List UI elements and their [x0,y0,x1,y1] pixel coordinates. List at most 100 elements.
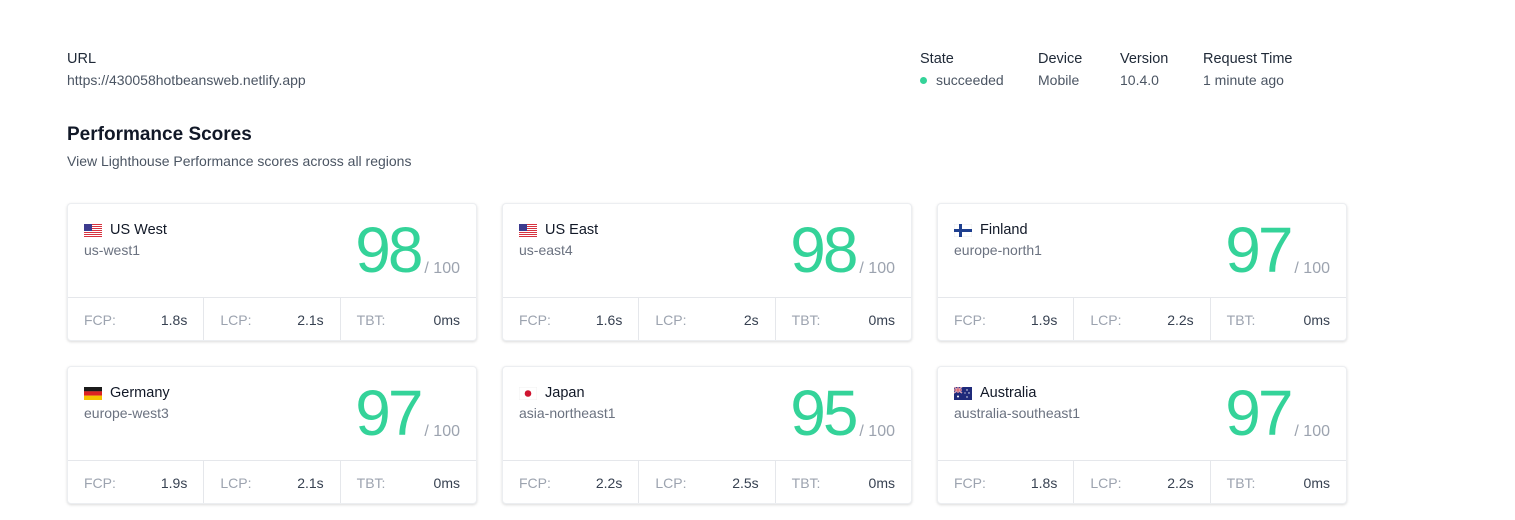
metric-tbt: TBT: 0ms [1211,461,1346,503]
performance-score: 98 [355,214,423,286]
metric-label: LCP: [1090,475,1122,491]
metric-label: TBT: [1226,312,1256,328]
state-value: succeeded [936,72,1004,88]
url-label: URL [67,51,97,67]
metric-lcp: LCP: 2.1s [204,461,341,503]
device-value: Mobile [1038,72,1080,88]
region-name: Australia [980,385,1037,401]
metric-label: LCP: [655,312,687,328]
region-code: europe-west3 [84,405,169,421]
metric-label: TBT: [791,312,821,328]
metric-label: LCP: [655,475,687,491]
metric-value: 2s [743,312,759,328]
metric-value: 1.6s [595,312,623,328]
metric-value: 0ms [868,475,895,491]
metric-label: FCP: [954,475,986,491]
region-name-row: Finland [953,222,1028,238]
request-time-info: Request Time 1 minute ago [1203,50,1292,89]
region-card[interactable]: US East us-east4 98/ 100 FCP: 1.6s LCP: 2s… [502,203,912,341]
version-info: Version 10.4.0 [1120,50,1168,89]
region-cards-grid: US West us-west1 98/ 100 FCP: 1.8s LCP: 2.… [67,203,1347,504]
score-display: 97/ 100 [1225,218,1330,282]
metrics-row: FCP: 1.9s LCP: 2.2s TBT: 0ms [938,298,1346,340]
metrics-row: FCP: 1.6s LCP: 2s TBT: 0ms [503,298,911,340]
us-flag-icon [84,223,102,237]
metrics-row: FCP: 1.8s LCP: 2.2s TBT: 0ms [938,461,1346,503]
metric-label: TBT: [356,312,386,328]
card-header: Japan asia-northeast1 95/ 100 [503,367,911,461]
score-max: / 100 [424,423,460,440]
state-label: State [920,51,954,67]
metric-value: 1.8s [1030,475,1058,491]
performance-score: 98 [790,214,858,286]
region-name: Finland [980,222,1028,238]
metric-label: LCP: [220,312,252,328]
metric-label: LCP: [1090,312,1122,328]
device-info: Device Mobile [1038,50,1082,89]
region-code: us-east4 [519,242,573,258]
metric-value: 0ms [433,475,460,491]
metric-label: LCP: [220,475,252,491]
region-name-row: Germany [84,385,170,401]
metric-lcp: LCP: 2.2s [1074,461,1211,503]
section-subtitle: View Lighthouse Performance scores acros… [67,153,412,169]
metric-lcp: LCP: 2.5s [639,461,776,503]
metric-value: 0ms [1303,312,1330,328]
region-name: US West [110,222,167,238]
region-name-row: Japan [518,385,585,401]
metric-tbt: TBT: 0ms [776,461,911,503]
region-card[interactable]: Finland europe-north1 97/ 100 FCP: 1.9s L… [937,203,1347,341]
region-card[interactable]: Australia australia-southeast1 97/ 100 F… [937,366,1347,504]
card-header: US East us-east4 98/ 100 [503,204,911,298]
region-code: europe-north1 [954,242,1042,258]
finland-flag-icon [953,223,973,237]
region-name: US East [545,222,599,238]
url-value[interactable]: https://430058hotbeansweb.netlify.app [67,71,306,89]
region-name: Germany [110,385,170,401]
metric-value: 2.5s [732,475,759,491]
section-title: Performance Scores [67,124,252,145]
metric-label: TBT: [1226,475,1256,491]
metric-lcp: LCP: 2.1s [204,298,341,340]
card-header: Australia australia-southeast1 97/ 100 [938,367,1346,461]
region-card[interactable]: Germany europe-west3 97/ 100 FCP: 1.9s LC… [67,366,477,504]
performance-score: 97 [1225,377,1293,449]
metric-fcp: FCP: 1.6s [503,298,640,340]
metric-tbt: TBT: 0ms [341,461,476,503]
metric-value: 0ms [1303,475,1330,491]
score-max: / 100 [859,260,895,277]
score-display: 98/ 100 [355,218,460,282]
score-display: 97/ 100 [1225,381,1330,445]
metrics-row: FCP: 2.2s LCP: 2.5s TBT: 0ms [503,461,911,503]
metric-value: 0ms [868,312,895,328]
metric-value: 2.2s [1167,312,1194,328]
metrics-row: FCP: 1.9s LCP: 2.1s TBT: 0ms [68,461,476,503]
metric-value: 2.1s [297,475,324,491]
metric-value: 2.1s [297,312,324,328]
metric-tbt: TBT: 0ms [776,298,911,340]
score-max: / 100 [859,423,895,440]
performance-score: 95 [790,377,858,449]
region-card[interactable]: Japan asia-northeast1 95/ 100 FCP: 2.2s L… [502,366,912,504]
version-label: Version [1120,51,1169,67]
metric-label: TBT: [791,475,821,491]
version-value: 10.4.0 [1120,72,1159,88]
request-time-value: 1 minute ago [1203,72,1284,88]
metric-tbt: TBT: 0ms [1211,298,1346,340]
region-card[interactable]: US West us-west1 98/ 100 FCP: 1.8s LCP: 2.… [67,203,477,341]
metric-label: FCP: [84,312,116,328]
metric-value: 2.2s [595,475,623,491]
score-max: / 100 [1294,423,1330,440]
japan-flag-icon [518,386,538,400]
metric-label: TBT: [356,475,386,491]
us-flag-icon [519,223,537,237]
score-max: / 100 [1294,260,1330,277]
score-max: / 100 [424,260,460,277]
germany-flag-icon [84,386,102,400]
metric-label: FCP: [519,475,551,491]
metric-label: FCP: [954,312,986,328]
metric-fcp: FCP: 1.9s [938,298,1075,340]
metric-value: 1.8s [160,312,188,328]
region-name: Japan [545,385,585,401]
score-display: 95/ 100 [790,381,895,445]
